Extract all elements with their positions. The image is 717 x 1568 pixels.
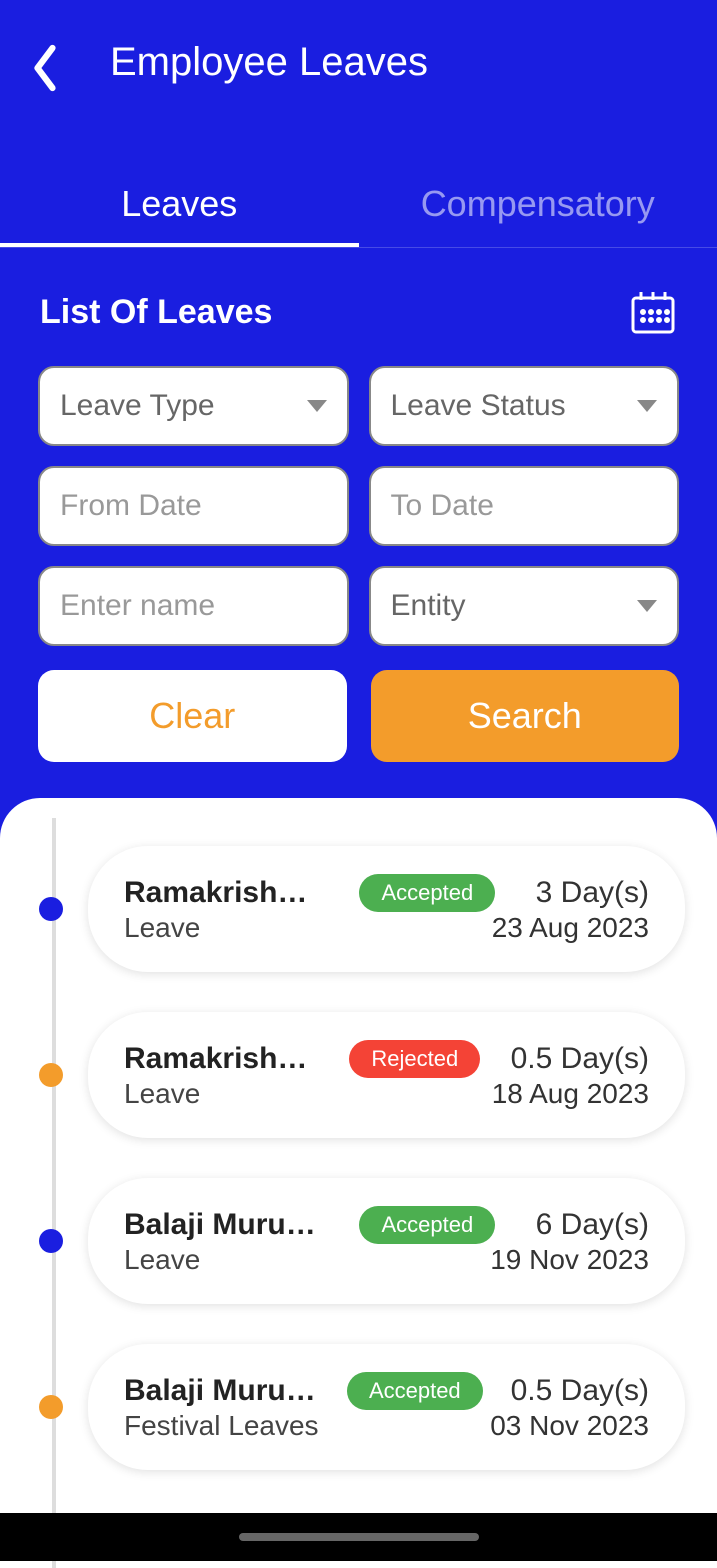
- chevron-down-icon: [307, 400, 327, 412]
- leave-date: 18 Aug 2023: [492, 1078, 649, 1110]
- employee-name: Ramakrishn...: [124, 876, 319, 910]
- employee-name: Balaji Murug...: [124, 1208, 319, 1242]
- timeline-dot: [39, 1063, 63, 1087]
- card-header-row: Ramakrishn... Accepted 3 Day(s): [124, 874, 649, 912]
- leave-type: Leave: [124, 1244, 200, 1276]
- status-badge: Accepted: [359, 874, 495, 912]
- section-title: List Of Leaves: [40, 293, 272, 332]
- timeline-dot: [39, 1395, 63, 1419]
- leave-card[interactable]: Balaji Murug... Accepted 6 Day(s) Leave 19 N…: [88, 1178, 685, 1304]
- clear-button[interactable]: Clear: [38, 670, 347, 762]
- chevron-down-icon: [637, 600, 657, 612]
- app-header: Employee Leaves: [0, 0, 717, 115]
- chevron-down-icon: [637, 400, 657, 412]
- status-badge: Rejected: [349, 1040, 480, 1078]
- card-detail-row: Leave 23 Aug 2023: [124, 912, 649, 944]
- leave-card[interactable]: Balaji Murug...Accepted0.5 Day(s)Festiva…: [88, 1344, 685, 1470]
- card-detail-row: Festival Leaves 03 Nov 2023: [124, 1410, 649, 1442]
- leave-status-select[interactable]: Leave Status: [369, 366, 680, 446]
- leave-card[interactable]: Ramakrishn... Rejected 0.5 Day(s) Leave 18 A…: [88, 1012, 685, 1138]
- entity-label: Entity: [391, 589, 466, 623]
- card-detail-row: Leave 19 Nov 2023: [124, 1244, 649, 1276]
- name-placeholder: Enter name: [60, 589, 215, 623]
- leave-days: 0.5 Day(s): [511, 1374, 649, 1408]
- leave-list: Ramakrishn... Accepted 3 Day(s) Leave 23 Aug…: [0, 798, 717, 1568]
- status-badge: Accepted: [359, 1206, 495, 1244]
- page-title: Employee Leaves: [110, 40, 428, 85]
- tab-bar: Leaves Compensatory: [0, 165, 717, 248]
- name-input[interactable]: Enter name: [38, 566, 349, 646]
- leave-type: Leave: [124, 1078, 200, 1110]
- leave-status-label: Leave Status: [391, 389, 566, 423]
- to-date-placeholder: To Date: [391, 489, 494, 523]
- leave-date: 23 Aug 2023: [492, 912, 649, 944]
- timeline-dot: [39, 897, 63, 921]
- to-date-input[interactable]: To Date: [369, 466, 680, 546]
- action-buttons: Clear Search: [0, 646, 717, 762]
- from-date-placeholder: From Date: [60, 489, 202, 523]
- employee-name: Ramakrishn...: [124, 1042, 319, 1076]
- search-button[interactable]: Search: [371, 670, 680, 762]
- tab-leaves[interactable]: Leaves: [0, 165, 359, 247]
- card-header-row: Ramakrishn... Rejected 0.5 Day(s): [124, 1040, 649, 1078]
- leave-date: 03 Nov 2023: [490, 1410, 649, 1442]
- leave-days: 0.5 Day(s): [511, 1042, 649, 1076]
- leave-type: Leave: [124, 912, 200, 944]
- entity-select[interactable]: Entity: [369, 566, 680, 646]
- employee-name: Balaji Murug...: [124, 1374, 319, 1408]
- from-date-input[interactable]: From Date: [38, 466, 349, 546]
- leave-card[interactable]: Ramakrishn... Accepted 3 Day(s) Leave 23 Aug…: [88, 846, 685, 972]
- leave-date: 19 Nov 2023: [490, 1244, 649, 1276]
- leave-type: Festival Leaves: [124, 1410, 319, 1442]
- tab-compensatory[interactable]: Compensatory: [359, 165, 717, 247]
- calendar-icon[interactable]: [629, 288, 677, 336]
- nav-indicator[interactable]: [239, 1533, 479, 1541]
- nav-bar: [0, 1513, 717, 1561]
- leave-days: 3 Day(s): [536, 876, 649, 910]
- leave-type-label: Leave Type: [60, 389, 215, 423]
- filter-grid: Leave Type Leave Status From Date To Dat…: [0, 366, 717, 646]
- timeline-dot: [39, 1229, 63, 1253]
- timeline-line: [52, 818, 56, 1568]
- leave-days: 6 Day(s): [536, 1208, 649, 1242]
- leave-type-select[interactable]: Leave Type: [38, 366, 349, 446]
- back-icon[interactable]: [30, 43, 60, 83]
- status-badge: Accepted: [347, 1372, 483, 1410]
- card-detail-row: Leave 18 Aug 2023: [124, 1078, 649, 1110]
- card-header-row: Balaji Murug... Accepted 0.5 Day(s): [124, 1372, 649, 1410]
- section-header: List Of Leaves: [0, 248, 717, 366]
- card-header-row: Balaji Murug... Accepted 6 Day(s): [124, 1206, 649, 1244]
